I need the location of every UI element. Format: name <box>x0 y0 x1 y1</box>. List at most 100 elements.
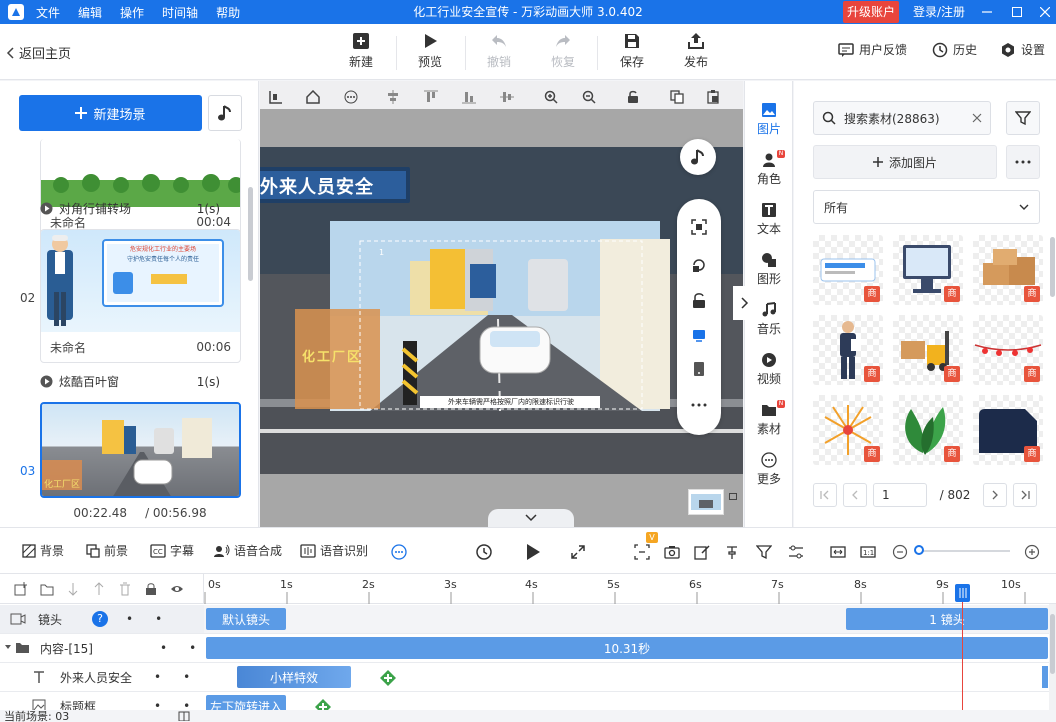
content-duration-block[interactable]: 10.31秒 <box>206 637 1048 659</box>
align-bottom-icon[interactable] <box>458 86 480 108</box>
redo-button[interactable]: 恢复 <box>538 32 588 74</box>
move-down-icon[interactable] <box>66 582 80 596</box>
menu-operate[interactable]: 操作 <box>120 4 144 21</box>
material-item[interactable]: 商 <box>973 395 1043 465</box>
menu-file[interactable]: 文件 <box>36 4 60 21</box>
track-dot[interactable]: • <box>154 670 161 684</box>
history-button[interactable]: 历史 <box>932 41 977 58</box>
track-dot[interactable]: • <box>160 641 167 655</box>
category-image[interactable]: 图片 <box>745 102 793 137</box>
zoom-out-icon[interactable] <box>578 86 600 108</box>
more-tools-icon[interactable] <box>389 542 409 562</box>
material-item[interactable]: 商 <box>973 315 1043 385</box>
material-search-input[interactable]: 搜索素材(28863) <box>844 110 964 127</box>
lock-icon[interactable] <box>677 289 721 313</box>
first-page-button[interactable] <box>813 483 837 507</box>
minimize-icon[interactable] <box>972 0 1002 24</box>
asr-button[interactable]: 语音识别 <box>300 542 368 559</box>
paste-icon[interactable] <box>702 86 724 108</box>
material-scrollbar[interactable] <box>1050 237 1055 297</box>
move-up-icon[interactable] <box>92 581 106 596</box>
category-role[interactable]: 角色 N <box>745 150 793 187</box>
minimap-thumbnail[interactable] <box>688 489 724 515</box>
align-top-icon[interactable] <box>420 86 442 108</box>
material-search[interactable]: 搜索素材(28863) <box>813 101 991 135</box>
rotate-icon[interactable] <box>677 253 721 277</box>
more-icon[interactable] <box>677 393 721 417</box>
upgrade-account-button[interactable]: 升级账户 <box>843 1 899 23</box>
material-item[interactable]: 商 <box>893 315 963 385</box>
scene-panel-scrollbar[interactable] <box>248 187 253 281</box>
zoom-out-timeline-icon[interactable] <box>890 542 910 562</box>
edit-icon[interactable] <box>692 542 712 562</box>
material-item[interactable]: 商 <box>813 395 883 465</box>
back-home-button[interactable]: 返回主页 <box>6 43 71 62</box>
vip-tool-icon[interactable]: V <box>632 532 658 562</box>
add-folder-icon[interactable] <box>40 582 54 596</box>
expand-minimap-icon[interactable] <box>729 493 737 500</box>
default-camera-block[interactable]: 默认镜头 <box>206 608 286 630</box>
login-register-link[interactable]: 登录/注册 <box>913 0 965 24</box>
zoom-in-timeline-icon[interactable] <box>1022 542 1042 562</box>
preview-button[interactable]: 预览 <box>405 32 455 74</box>
fit-width-icon[interactable] <box>828 542 848 562</box>
track-text[interactable]: 外来人员安全 • • <box>0 663 204 692</box>
scene-card-1[interactable]: 未命名 00:04 <box>40 139 241 237</box>
add-effect-icon[interactable] <box>379 669 397 687</box>
lock-icon[interactable] <box>144 582 158 596</box>
prev-page-button[interactable] <box>843 483 867 507</box>
publish-button[interactable]: 发布 <box>671 32 721 74</box>
material-item[interactable]: 商 <box>973 235 1043 305</box>
timeline-zoom-handle[interactable] <box>914 545 924 555</box>
track-camera[interactable]: 镜头 ? • • <box>0 605 204 634</box>
unlock-icon[interactable] <box>622 86 644 108</box>
timeline-ruler[interactable]: 0s 1s 2s 3s 4s 5s 6s 7s 8s 9s 10s <box>204 574 1056 604</box>
material-more-button[interactable] <box>1006 145 1040 179</box>
timeline-zoom-slider[interactable] <box>918 550 1010 552</box>
book-icon[interactable] <box>178 711 190 721</box>
feedback-button[interactable]: 用户反馈 <box>838 41 907 58</box>
scene-music-button[interactable] <box>208 95 242 131</box>
replay-icon[interactable] <box>474 542 494 562</box>
tts-button[interactable]: 语音合成 <box>214 542 282 559</box>
new-scene-button[interactable]: 新建场景 <box>19 95 202 131</box>
category-text[interactable]: 文本 <box>745 202 793 237</box>
material-item[interactable]: 商 <box>893 235 963 305</box>
material-item[interactable]: 商 <box>813 315 883 385</box>
foreground-button[interactable]: 前景 <box>86 542 128 559</box>
more-circle-icon[interactable] <box>340 86 362 108</box>
settings-button[interactable]: 设置 <box>1000 41 1045 58</box>
eye-icon[interactable] <box>170 582 184 596</box>
category-more[interactable]: 更多 <box>745 452 793 487</box>
new-button[interactable]: 新建 <box>336 32 386 74</box>
adjust-icon[interactable] <box>786 542 806 562</box>
track-dot[interactable]: • <box>189 641 196 655</box>
category-shape[interactable]: 图形 <box>745 252 793 287</box>
undo-button[interactable]: 撤销 <box>474 32 524 74</box>
track-content[interactable]: 内容-[15] • • <box>0 634 204 663</box>
portrait-screen-icon[interactable] <box>677 357 721 381</box>
category-video[interactable]: 视频 <box>745 352 793 387</box>
category-music[interactable]: 音乐 <box>745 302 793 337</box>
home-icon[interactable] <box>302 86 324 108</box>
stage-caption[interactable]: 外来车辆需严格按照厂内的限速标识行驶 <box>423 397 599 407</box>
play-button[interactable] <box>523 542 543 562</box>
brush-icon[interactable] <box>722 542 742 562</box>
filter-button[interactable] <box>1006 101 1040 135</box>
save-button[interactable]: 保存 <box>607 32 657 74</box>
align-center-h-icon[interactable] <box>382 86 404 108</box>
collapse-timeline-button[interactable] <box>488 509 574 527</box>
subtitle-button[interactable]: CC 字幕 <box>150 542 194 559</box>
playhead-handle[interactable] <box>955 584 970 602</box>
filter-icon[interactable] <box>754 542 774 562</box>
maximize-icon[interactable] <box>1002 0 1032 24</box>
menu-edit[interactable]: 编辑 <box>78 4 102 21</box>
stage-music-button[interactable] <box>680 139 716 175</box>
camera-1-block[interactable]: 1 镜头 <box>846 608 1048 630</box>
material-item[interactable]: 商 <box>813 235 883 305</box>
track-dot[interactable]: • <box>183 670 190 684</box>
transition-1[interactable]: 对角行铺转场 1(s) <box>40 200 220 217</box>
track-dot[interactable]: • <box>126 612 133 626</box>
align-center-v-icon[interactable] <box>496 86 518 108</box>
track-dot[interactable]: • <box>155 612 162 626</box>
